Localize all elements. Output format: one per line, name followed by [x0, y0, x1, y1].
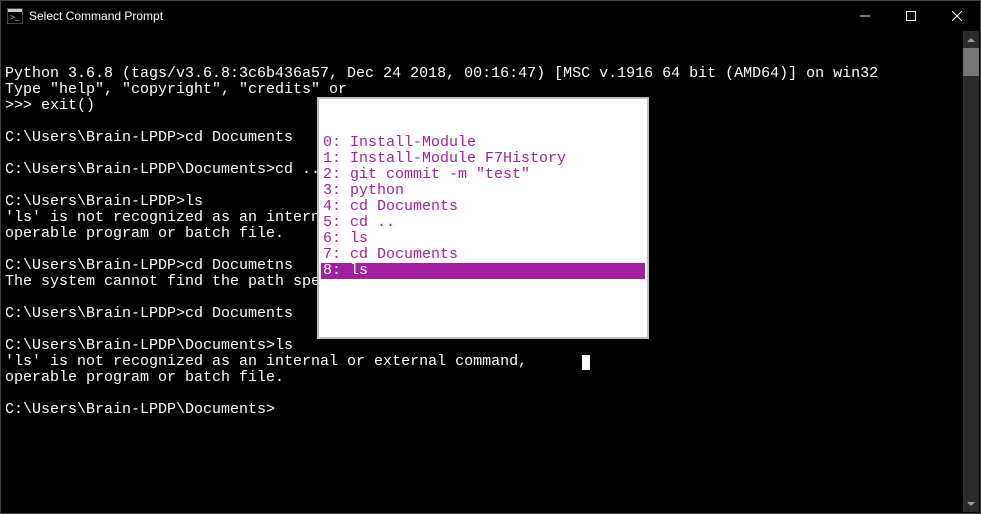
history-item[interactable]: 1: Install-Module F7History	[321, 151, 645, 167]
terminal-line: C:\Users\Brain-LPDP\Documents>ls	[5, 338, 976, 354]
minimize-button[interactable]	[842, 1, 888, 31]
window-controls	[842, 1, 980, 31]
cmd-icon: >_	[7, 8, 23, 24]
history-item[interactable]: 4: cd Documents	[321, 199, 645, 215]
svg-text:>_: >_	[10, 14, 20, 23]
terminal-line: operable program or batch file.	[5, 370, 976, 386]
terminal-line	[5, 386, 976, 402]
history-item[interactable]: 6: ls	[321, 231, 645, 247]
terminal-body[interactable]: Python 3.6.8 (tags/v3.6.8:3c6b436a57, De…	[1, 31, 980, 513]
close-button[interactable]	[934, 1, 980, 31]
terminal-line: C:\Users\Brain-LPDP\Documents>	[5, 402, 976, 418]
terminal-line: Python 3.6.8 (tags/v3.6.8:3c6b436a57, De…	[5, 66, 976, 82]
scroll-down-arrow[interactable]	[963, 495, 979, 512]
history-item[interactable]: 3: python	[321, 183, 645, 199]
history-item[interactable]: 2: git commit -m "test"	[321, 167, 645, 183]
scrollbar[interactable]	[963, 31, 979, 512]
window-title: Select Command Prompt	[29, 9, 842, 23]
text-cursor	[582, 355, 590, 370]
titlebar[interactable]: >_ Select Command Prompt	[1, 1, 980, 31]
terminal-line: 'ls' is not recognized as an internal or…	[5, 354, 976, 370]
history-item[interactable]: 5: cd ..	[321, 215, 645, 231]
scroll-thumb[interactable]	[963, 48, 979, 76]
scroll-up-arrow[interactable]	[963, 31, 979, 48]
command-prompt-window: >_ Select Command Prompt Python 3.6.8 (t…	[0, 0, 981, 514]
history-item[interactable]: 0: Install-Module	[321, 135, 645, 151]
maximize-button[interactable]	[888, 1, 934, 31]
terminal-line: Type "help", "copyright", "credits" or	[5, 82, 976, 98]
history-item[interactable]: 7: cd Documents	[321, 247, 645, 263]
history-item[interactable]: 8: ls	[321, 263, 645, 279]
history-popup[interactable]: 0: Install-Module1: Install-Module F7His…	[317, 97, 649, 339]
